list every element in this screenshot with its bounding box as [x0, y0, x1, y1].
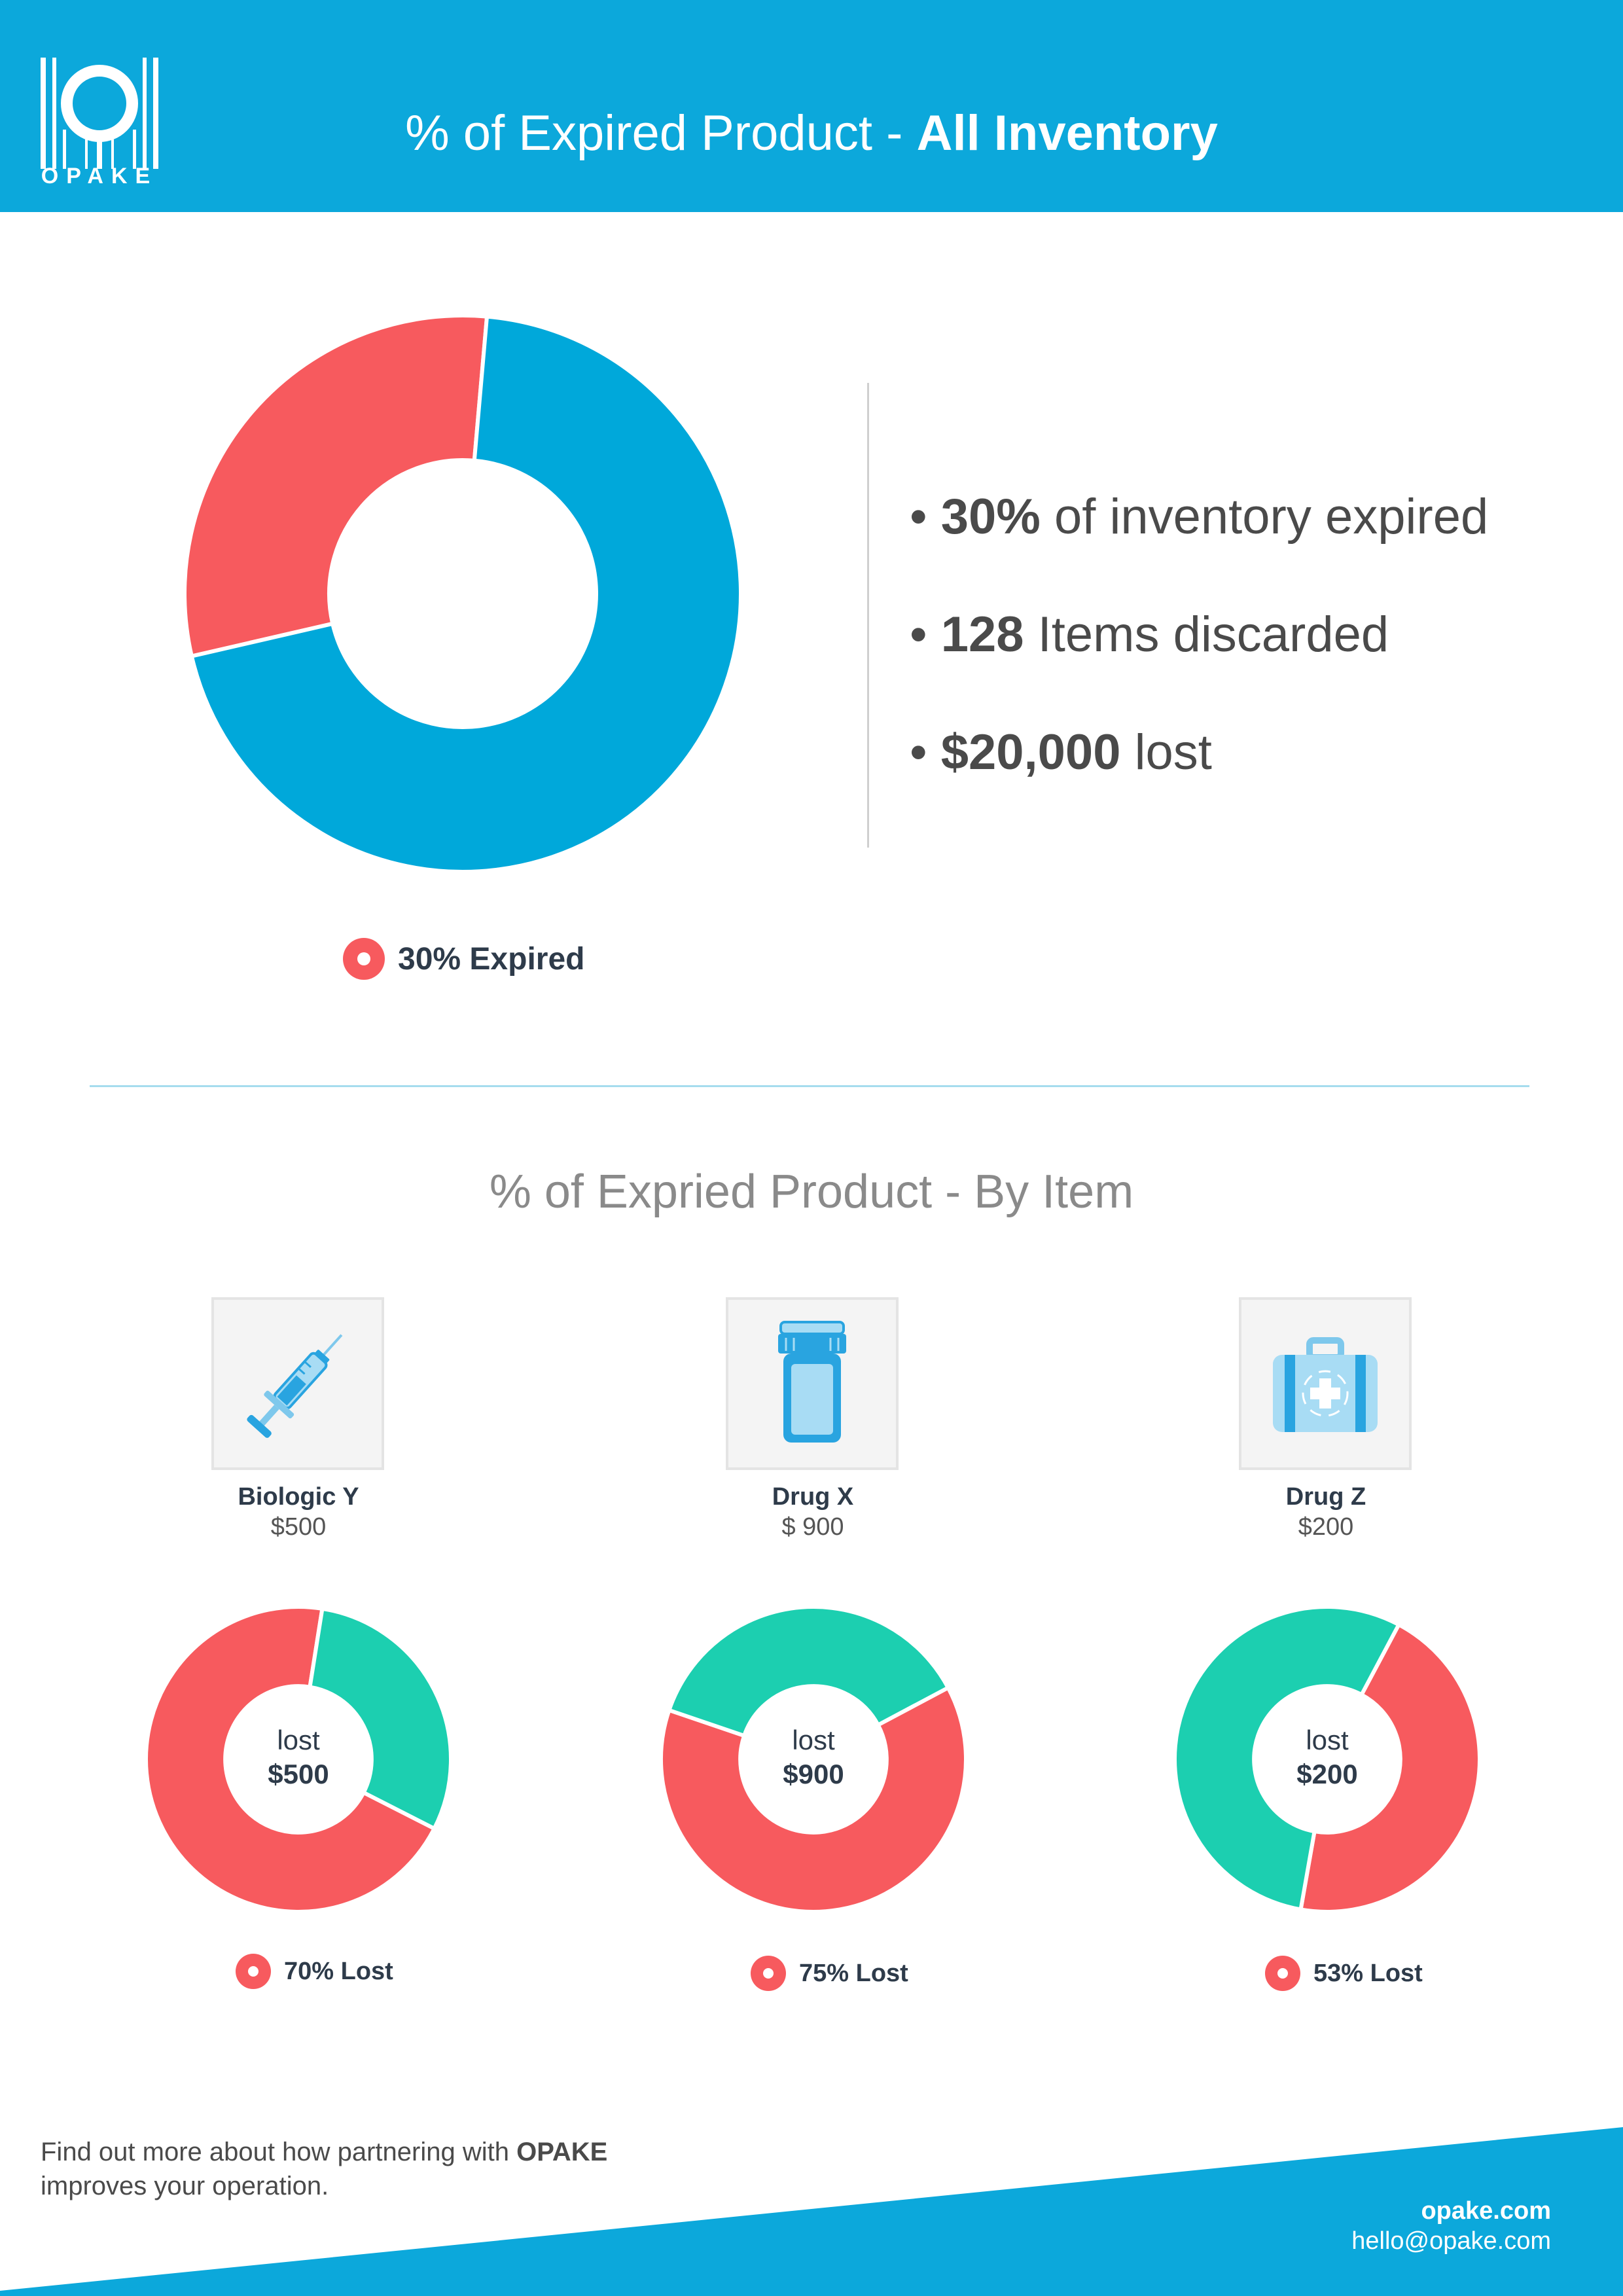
website-link[interactable]: opake.com: [1351, 2196, 1551, 2226]
email-link[interactable]: hello@opake.com: [1351, 2226, 1551, 2256]
footer-brand: OPAKE: [516, 2138, 608, 2166]
footer-band: [0, 2127, 1623, 2296]
footer-message: Find out more about how partnering with …: [41, 2135, 607, 2203]
footer-text-start: Find out more about how partnering with: [41, 2138, 517, 2166]
footer-text-end: improves your operation.: [41, 2172, 329, 2200]
footer-contact: opake.com hello@opake.com: [1351, 2196, 1551, 2256]
